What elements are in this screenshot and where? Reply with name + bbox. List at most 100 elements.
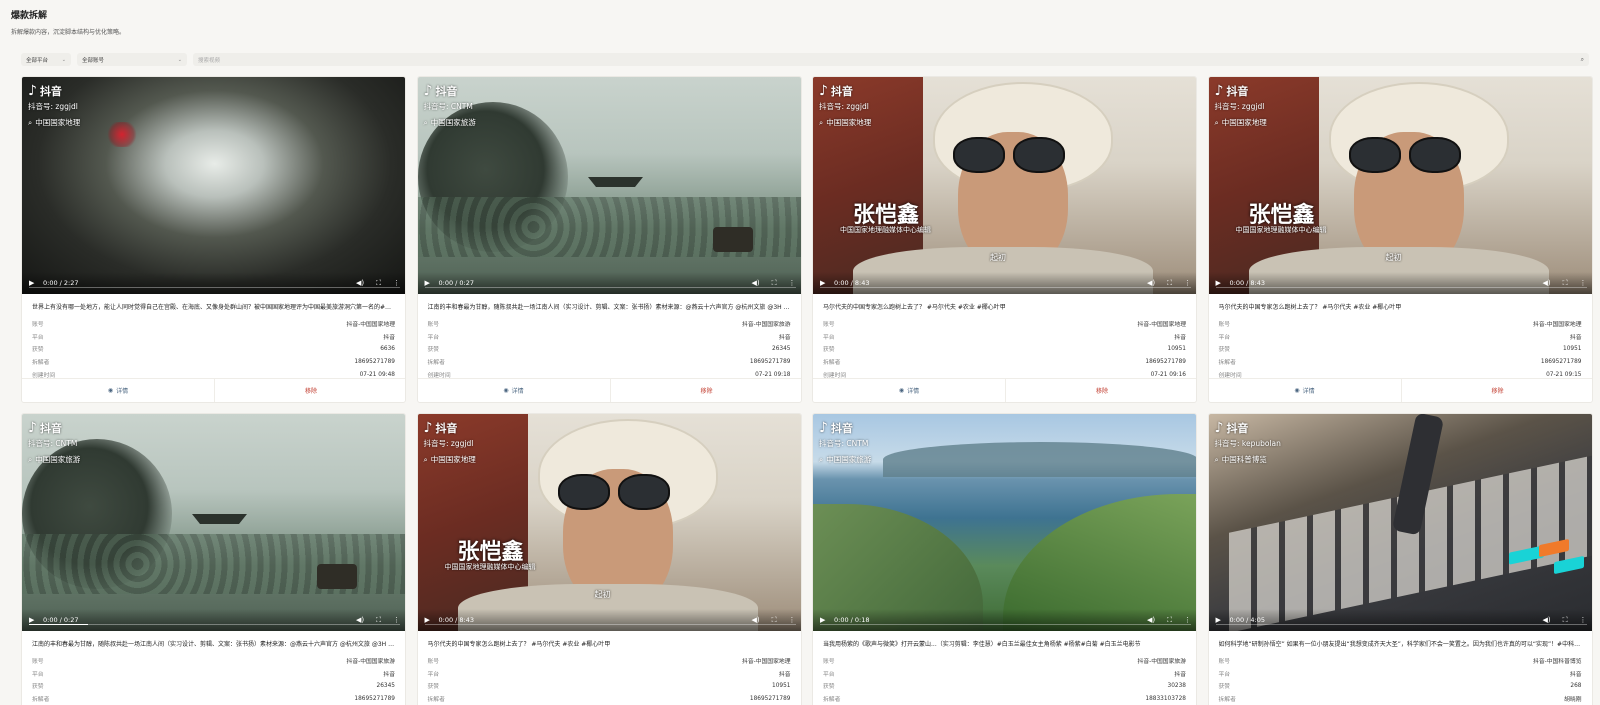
info-row-account: 账号 抖音-中国国家地理 [428, 654, 791, 667]
video-progress-bar[interactable] [424, 286, 796, 288]
douyin-search-text: 中国国家地理 [1221, 118, 1267, 127]
thumbnail-brand-sub-text: 中国国家地理融媒体中心编辑 [444, 563, 536, 571]
douyin-logo-text: 抖音 [39, 422, 62, 435]
info-row-account: 账号 抖音-中国国家旅游 [32, 654, 395, 667]
douyin-watermark: ♪ 抖音 抖音号: zggjdl ⌕ 中国国家地理 [28, 83, 80, 128]
label-account: 账号 [823, 658, 835, 665]
video-progress-bar[interactable] [29, 623, 400, 625]
douyin-watermark: ♪ 抖音 抖音号: zggjdl ⌕ 中国国家地理 [1215, 83, 1267, 128]
label-analyst: 拆解者 [427, 697, 445, 704]
douyin-id: 抖音号: zggjdl [819, 102, 869, 111]
douyin-note-icon: ♪ [28, 420, 37, 436]
video-player[interactable]: ♪ 抖音 抖音号: zggjdl ⌕ 中国国家地理 ▶ 0:00 / 2:27 … [22, 77, 405, 294]
remove-button[interactable]: 移除 [1402, 379, 1592, 402]
info-row-likes: 获赞 268 [1219, 680, 1582, 693]
label-likes: 获赞 [32, 347, 44, 354]
value-analyst: 18695271789 [749, 358, 791, 365]
card-info: 江南的丰和春最为甘醇，随陈叔共赴一场江南人间（实习设计、剪辑、文案：张书扬）素材… [418, 294, 801, 381]
video-card: 张恺鑫 中国国家地理融媒体中心编辑 起初 ♪ 抖音 抖音号: zggjdl ⌕ 中国… [1207, 76, 1593, 403]
video-player[interactable]: 张恺鑫 中国国家地理融媒体中心编辑 起初 ♪ 抖音 抖音号: zggjdl ⌕ 中国… [417, 414, 801, 631]
douyin-search-text: 中国国家地理 [35, 118, 81, 127]
value-account: 抖音-中国国家旅游 [1137, 658, 1186, 665]
card-info: 当我用杨紫的《歌声与微笑》打开云蒙山...（实习剪辑：李佳慧）#白玉兰最佳女主角… [813, 631, 1196, 705]
value-platform: 抖音 [778, 334, 791, 341]
video-card: ♪ 抖音 抖音号: kepubolan ⌕ 中国科普博览 ▶ 0:00 / 4:… [1207, 413, 1593, 705]
search-input[interactable]: 搜索视频 ⌕ [193, 53, 1589, 66]
account-select[interactable]: 全部账号 ⌄ [77, 53, 187, 66]
label-analyst: 拆解者 [32, 360, 50, 367]
remove-button[interactable]: 移除 [1006, 379, 1196, 402]
video-progress-fill [29, 623, 89, 625]
search-icon: ⌕ [1214, 454, 1219, 464]
chevron-down-icon: ⌄ [177, 56, 182, 63]
douyin-logo: ♪ 抖音 [1215, 420, 1281, 436]
douyin-logo: ♪ 抖音 [424, 420, 476, 436]
detail-button-label: 详情 [907, 388, 920, 395]
video-progress-bar[interactable] [820, 286, 1191, 288]
video-player[interactable]: ♪ 抖音 抖音号: CNTM ⌕ 中国国家旅游 ▶ 0:00 / 0:18 ◀)… [813, 414, 1196, 631]
video-progress-bar[interactable] [1215, 286, 1587, 288]
video-progress-bar[interactable] [424, 623, 796, 625]
value-likes: 30238 [1167, 682, 1186, 689]
thumbnail-boat [317, 564, 357, 589]
video-progress-bar[interactable] [820, 623, 1191, 625]
value-created: 07-21 09:16 [1150, 371, 1186, 378]
label-likes: 获赞 [823, 684, 835, 691]
thumbnail-brand-sub-text: 中国国家地理融媒体中心编辑 [840, 226, 931, 234]
video-player[interactable]: ♪ 抖音 抖音号: CNTM ⌕ 中国国家旅游 ▶ 0:00 / 0:27 ◀)… [22, 414, 405, 631]
label-analyst: 拆解者 [1218, 697, 1236, 704]
douyin-search: ⌕ 中国国家旅游 [28, 454, 80, 465]
info-row-analyst: 拆解者 18833103728 [823, 692, 1186, 705]
eye-icon: ◉ [1294, 387, 1300, 394]
search-icon: ⌕ [819, 117, 824, 127]
label-account: 账号 [1218, 321, 1231, 328]
label-account: 账号 [32, 321, 44, 328]
video-controls: ▶ 0:00 / 8:43 ◀) ⛶ ⋮ [813, 272, 1196, 294]
search-placeholder: 搜索视频 [198, 57, 221, 64]
info-row-platform: 平台 抖音 [1219, 667, 1582, 680]
douyin-watermark: ♪ 抖音 抖音号: CNTM ⌕ 中国国家旅游 [28, 420, 80, 465]
value-created: 07-21 09:18 [755, 371, 791, 378]
detail-button[interactable]: ◉ 详情 [22, 379, 215, 402]
search-icon: ⌕ [423, 454, 428, 464]
video-player[interactable]: ♪ 抖音 抖音号: CNTM ⌕ 中国国家旅游 ▶ 0:00 / 0:27 ◀)… [417, 77, 801, 294]
douyin-search-text: 中国国家地理 [430, 455, 476, 464]
video-caption: 马尔代夫的中国专家怎么跑树上去了？ #马尔代夫 #农业 #椰心叶甲 [1218, 304, 1402, 311]
platform-select[interactable]: 全部平台 ⌄ [21, 53, 71, 66]
video-player[interactable]: 张恺鑫 中国国家地理融媒体中心编辑 起初 ♪ 抖音 抖音号: zggjdl ⌕ 中国… [813, 77, 1196, 294]
card-info: 如何科学地“研制孙悟空” 如果有一位小朋友提出“我想变成齐天大圣”，科学家们不会… [1209, 631, 1592, 705]
value-created: 07-21 09:15 [1546, 371, 1582, 378]
video-controls: ▶ 0:00 / 4:05 ◀) ⛶ ⋮ [1208, 609, 1592, 631]
douyin-id: 抖音号: kepubolan [1214, 439, 1281, 448]
video-caption: 江南的丰和春最为甘醇，随陈叔共赴一场江南人间（实习设计、剪辑、文案：张书扬）素材… [427, 304, 791, 311]
remove-button[interactable]: 移除 [611, 379, 801, 402]
info-row-platform: 平台 抖音 [1219, 330, 1582, 343]
card-info: 马尔代夫的中国专家怎么跑树上去了？ #马尔代夫 #农业 #椰心叶甲 账号 抖音-中… [1209, 294, 1592, 381]
info-row-likes: 获赞 30238 [823, 680, 1186, 693]
video-progress-bar[interactable] [1215, 623, 1587, 625]
video-player[interactable]: 张恺鑫 中国国家地理融媒体中心编辑 起初 ♪ 抖音 抖音号: zggjdl ⌕ 中国… [1208, 77, 1592, 294]
thumbnail-red [107, 122, 137, 147]
video-card: 张恺鑫 中国国家地理融媒体中心编辑 起初 ♪ 抖音 抖音号: zggjdl ⌕ 中国… [416, 413, 802, 705]
detail-button[interactable]: ◉ 详情 [1209, 379, 1402, 402]
thumbnail-brand-sub-text: 中国国家地理融媒体中心编辑 [1235, 226, 1327, 234]
thumbnail-sign-text: 起初 [594, 590, 611, 599]
value-likes: 6636 [380, 345, 395, 352]
value-analyst: 18695271789 [749, 695, 791, 702]
card-actions: ◉ 详情 移除 [22, 378, 405, 402]
video-card: 张恺鑫 中国国家地理融媒体中心编辑 起初 ♪ 抖音 抖音号: zggjdl ⌕ 中国… [812, 76, 1197, 403]
thumbnail-mtn [883, 442, 1196, 477]
video-player[interactable]: ♪ 抖音 抖音号: kepubolan ⌕ 中国科普博览 ▶ 0:00 / 4:… [1208, 414, 1592, 631]
eye-icon: ◉ [503, 387, 509, 394]
detail-button[interactable]: ◉ 详情 [418, 379, 611, 402]
remove-button[interactable]: 移除 [215, 379, 405, 402]
info-row-likes: 获赞 10951 [823, 343, 1186, 356]
page-title: 爆款拆解 [11, 11, 48, 21]
thumbnail-glasses [1348, 137, 1461, 173]
video-progress-bar[interactable] [29, 286, 400, 288]
search-icon[interactable]: ⌕ [1581, 56, 1584, 64]
info-row-account: 账号 抖音-中国国家地理 [1219, 317, 1582, 330]
detail-button[interactable]: ◉ 详情 [813, 379, 1006, 402]
value-platform: 抖音 [383, 334, 395, 341]
info-row-account: 账号 抖音-中国国家旅游 [823, 654, 1186, 667]
